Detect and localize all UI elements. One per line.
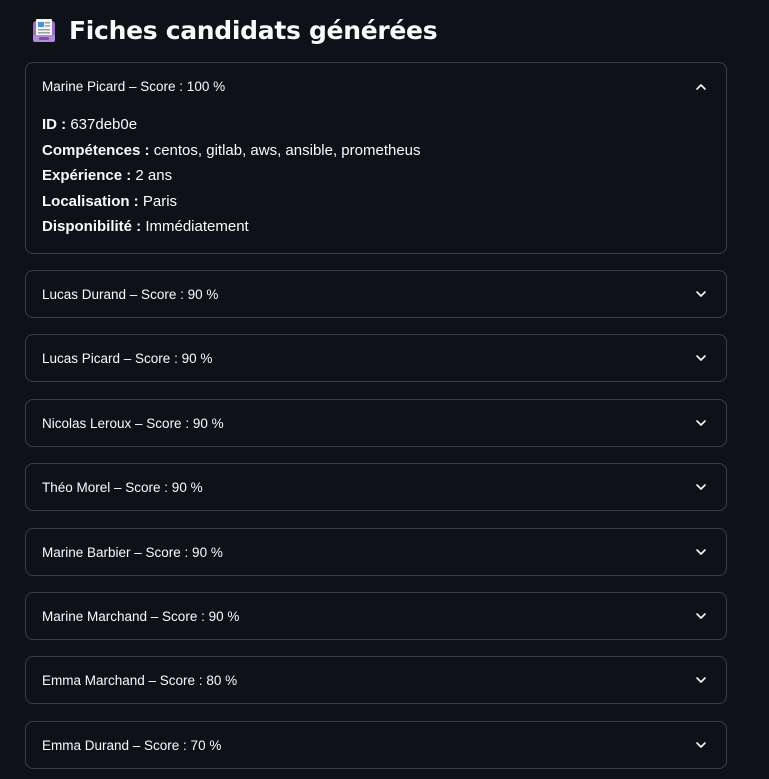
candidate-expander: Lucas Durand – Score : 90 % [25,270,727,318]
chevron-down-icon[interactable] [694,609,708,623]
candidate-expander: Emma Durand – Score : 70 % [25,721,727,769]
app-page: Fiches candidats générées Marine Picard … [0,0,769,779]
candidate-expander: Nicolas Leroux – Score : 90 % [25,399,727,447]
chevron-up-icon[interactable] [694,80,708,94]
candidate-expander: Marine Marchand – Score : 90 % [25,592,727,640]
candidate-skills: Compétences : centos, gitlab, aws, ansib… [42,141,421,159]
candidate-experience: Expérience : 2 ans [42,167,173,184]
expander-label: Lucas Picard – Score : 90 % [42,350,213,366]
expander-label: Emma Marchand – Score : 80 % [42,672,238,688]
page-header: Fiches candidats générées [30,12,438,48]
expander-label: Nicolas Leroux – Score : 90 % [42,415,224,431]
expander-header[interactable]: Emma Marchand – Score : 80 % [26,657,726,703]
candidate-expander: Lucas Picard – Score : 90 % [25,334,727,382]
expander-label: Marine Picard – Score : 100 % [42,79,226,94]
expander-header[interactable]: Lucas Durand – Score : 90 % [26,271,726,317]
candidate-expander: Marine Picard – Score : 100 % ID : 637de… [25,62,727,254]
candidate-location: Localisation : Paris [42,192,178,210]
candidate-id: ID : 637deb0e [42,116,138,133]
expander-label: Marine Marchand – Score : 90 % [42,608,240,624]
expander-label: Marine Barbier – Score : 90 % [42,544,223,560]
clipboard-icon [30,16,58,44]
chevron-down-icon[interactable] [694,673,708,687]
expander-label: Lucas Durand – Score : 90 % [42,286,219,302]
candidate-availability: Disponibilité : Immédiatement [42,218,249,235]
expander-label: Théo Morel – Score : 90 % [42,479,203,495]
expander-header[interactable]: Marine Marchand – Score : 90 % [26,593,726,639]
expander-header[interactable]: Marine Barbier – Score : 90 % [26,529,726,575]
candidate-expander: Emma Marchand – Score : 80 % [25,656,727,704]
candidate-expander: Marine Barbier – Score : 90 % [25,528,727,576]
expander-header[interactable]: Marine Picard – Score : 100 % [26,63,726,110]
page-title: Fiches candidats générées [69,15,438,45]
candidate-expander: Théo Morel – Score : 90 % [25,463,727,511]
expander-header[interactable]: Théo Morel – Score : 90 % [26,464,726,510]
expander-header[interactable]: Nicolas Leroux – Score : 90 % [26,400,726,446]
expander-label: Emma Durand – Score : 70 % [42,737,222,753]
chevron-down-icon[interactable] [694,480,708,494]
expander-header[interactable]: Lucas Picard – Score : 90 % [26,335,726,381]
chevron-down-icon[interactable] [694,287,708,301]
chevron-down-icon[interactable] [694,545,708,559]
chevron-down-icon[interactable] [694,416,708,430]
expander-header[interactable]: Emma Durand – Score : 70 % [26,722,726,768]
expander-body: ID : 637deb0e Compétences : centos, gitl… [42,112,710,240]
chevron-down-icon[interactable] [694,351,708,365]
chevron-down-icon[interactable] [694,738,708,752]
